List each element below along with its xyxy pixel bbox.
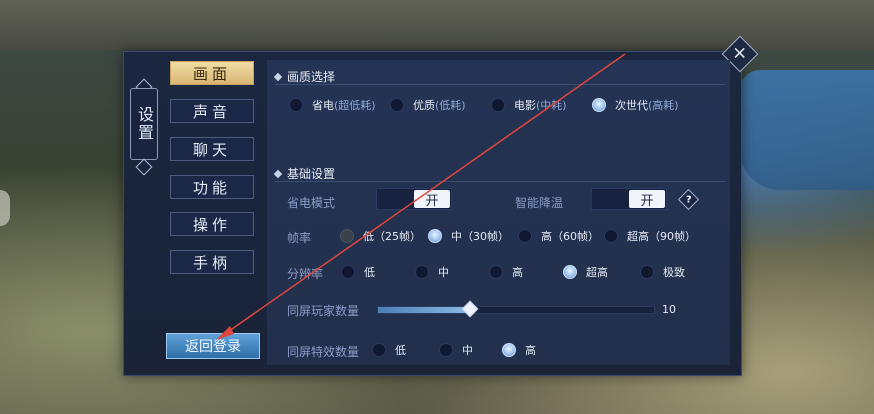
option-label: 省电 (312, 99, 334, 112)
quality-option-premium[interactable]: 优质 (低耗) (390, 97, 466, 113)
resolution-option-extreme[interactable]: 极致 (640, 264, 685, 280)
option-label: 超高 (586, 266, 608, 279)
option-note: (超低耗) (334, 99, 376, 112)
frame-rate-option-low[interactable]: 低（25帧） (340, 228, 421, 244)
tab-sound[interactable]: 声音 (170, 99, 254, 123)
option-label: 高 (525, 344, 536, 357)
radio-dot (604, 229, 618, 243)
option-note: (低耗) (435, 99, 466, 112)
option-label: 优质 (413, 99, 435, 112)
tab-chat[interactable]: 聊天 (170, 137, 254, 161)
tab-graphics[interactable]: 画面 (170, 61, 254, 85)
players-on-screen-value: 10 (662, 303, 676, 316)
divider (275, 84, 725, 85)
radio-dot (502, 343, 516, 357)
option-note: (中耗) (536, 99, 567, 112)
quality-title-text: 画质选择 (287, 70, 336, 84)
option-label: 中 (462, 344, 473, 357)
smart-cool-label: 智能降温 (515, 196, 564, 210)
resolution-option-high[interactable]: 高 (489, 264, 523, 280)
quality-option-next-gen[interactable]: 次世代 (高耗) (592, 97, 679, 113)
power-save-toggle[interactable]: 开 (376, 188, 452, 210)
radio-dot (640, 265, 654, 279)
resolution-option-low[interactable]: 低 (341, 264, 375, 280)
radio-dot (341, 265, 355, 279)
radio-dot (340, 229, 354, 243)
radio-dot (491, 98, 505, 112)
players-on-screen-label: 同屏玩家数量 (287, 304, 360, 318)
option-label: 高（60帧） (541, 230, 599, 243)
option-note: (高耗) (648, 99, 679, 112)
option-label: 超高（90帧） (627, 230, 696, 243)
radio-dot (518, 229, 532, 243)
power-save-label: 省电模式 (287, 196, 336, 210)
toggle-knob: 开 (414, 190, 450, 209)
option-label: 电影 (514, 99, 536, 112)
effects-option-low[interactable]: 低 (372, 342, 406, 358)
back-to-login-button[interactable]: 返回登录 (166, 333, 260, 359)
tab-controls[interactable]: 操作 (170, 212, 254, 236)
smart-cool-toggle[interactable]: 开 (591, 188, 667, 210)
basic-title-text: 基础设置 (287, 167, 336, 181)
radio-dot (415, 265, 429, 279)
effects-option-mid[interactable]: 中 (439, 342, 473, 358)
effects-on-screen-label: 同屏特效数量 (287, 345, 360, 359)
toggle-knob: 开 (629, 190, 665, 209)
radio-dot (592, 98, 606, 112)
radio-dot (489, 265, 503, 279)
close-icon: × (732, 43, 748, 64)
resolution-option-ultra[interactable]: 超高 (563, 264, 608, 280)
frame-rate-option-high[interactable]: 高（60帧） (518, 228, 599, 244)
option-label: 中 (438, 266, 449, 279)
tab-gamepad[interactable]: 手柄 (170, 250, 254, 274)
tab-features[interactable]: 功能 (170, 175, 254, 199)
option-label: 低 (364, 266, 375, 279)
settings-side-tag: 设置 (130, 88, 158, 160)
quality-option-cinematic[interactable]: 电影 (中耗) (491, 97, 567, 113)
quality-option-power-save[interactable]: 省电 (超低耗) (289, 97, 376, 113)
radio-dot (439, 343, 453, 357)
radio-dot (289, 98, 303, 112)
frame-rate-label: 帧率 (287, 231, 312, 245)
divider (275, 181, 725, 182)
option-label: 中（30帧） (451, 230, 509, 243)
section-marker-icon (273, 72, 283, 81)
frame-rate-option-mid[interactable]: 中（30帧） (428, 228, 509, 244)
effects-option-high[interactable]: 高 (502, 342, 536, 358)
resolution-option-mid[interactable]: 中 (415, 264, 449, 280)
section-marker-icon (273, 169, 283, 178)
background-edge-handle (0, 190, 10, 226)
radio-dot (390, 98, 404, 112)
option-label: 低 (395, 344, 406, 357)
basic-section-title: 基础设置 (273, 165, 336, 182)
help-icon: ? (685, 194, 692, 205)
slider-fill (378, 307, 470, 313)
frame-rate-option-ultra[interactable]: 超高（90帧） (604, 228, 696, 244)
option-label: 次世代 (615, 99, 648, 112)
resolution-label: 分辨率 (287, 267, 324, 281)
quality-section-title: 画质选择 (273, 68, 336, 85)
background-water (740, 70, 874, 190)
option-label: 极致 (663, 266, 685, 279)
radio-dot (372, 343, 386, 357)
radio-dot (428, 229, 442, 243)
players-on-screen-slider[interactable] (377, 300, 655, 318)
option-label: 低（25帧） (363, 230, 421, 243)
radio-dot (563, 265, 577, 279)
option-label: 高 (512, 266, 523, 279)
